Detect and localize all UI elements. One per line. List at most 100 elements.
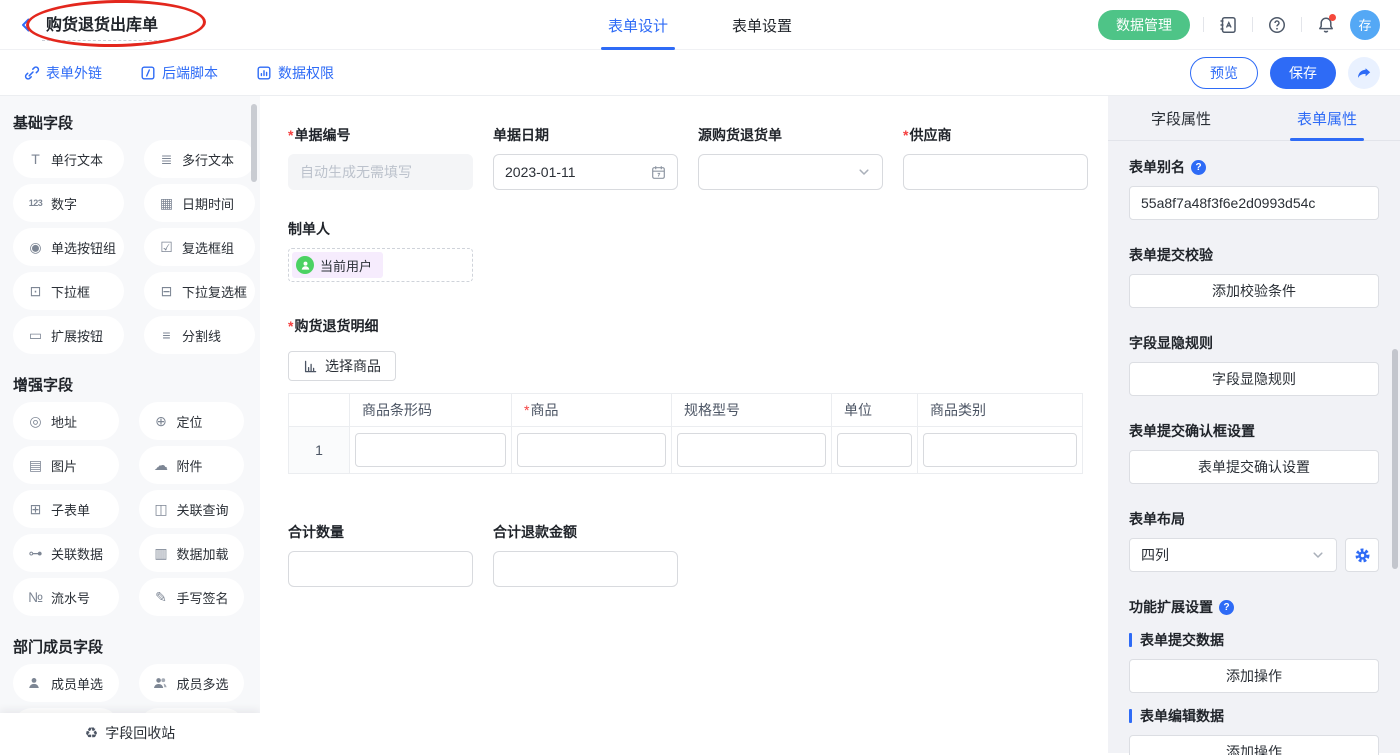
field-address[interactable]: ◎地址 xyxy=(13,402,119,440)
confirm-box-button[interactable]: 表单提交确认设置 xyxy=(1129,450,1379,484)
field-attachment[interactable]: ☁附件 xyxy=(139,446,245,484)
lookup-icon: ◫ xyxy=(153,502,170,516)
field-doc-no[interactable]: *单据编号 xyxy=(288,125,473,190)
form-title-wrap: 购货退货出库单 xyxy=(42,9,162,41)
help-icon[interactable] xyxy=(1266,14,1288,36)
field-extend-button[interactable]: ▭扩展按钮 xyxy=(13,316,124,354)
add-validation-button[interactable]: 添加校验条件 xyxy=(1129,274,1379,308)
data-manage-button[interactable]: 数据管理 xyxy=(1098,10,1190,40)
form-alias-input[interactable] xyxy=(1129,186,1379,220)
address-book-icon[interactable] xyxy=(1217,14,1239,36)
help-icon[interactable]: ? xyxy=(1191,160,1206,175)
field-divider[interactable]: ≡分割线 xyxy=(144,316,255,354)
form-external-link[interactable]: 表单外链 xyxy=(24,63,102,83)
submit-data-label: 表单提交数据 xyxy=(1140,630,1224,650)
field-checkbox-group[interactable]: ☑复选框组 xyxy=(144,228,255,266)
properties-tabs: 字段属性 表单属性 xyxy=(1108,96,1400,141)
field-datetime[interactable]: ▦日期时间 xyxy=(144,184,255,222)
extension-section: 功能扩展设置 ? 表单提交数据 添加操作 表单编辑数据 添加操作 xyxy=(1129,597,1379,755)
field-subform[interactable]: ⊞子表单 xyxy=(13,490,119,528)
field-multi-select[interactable]: ⊟下拉复选框 xyxy=(144,272,255,310)
detail-table-row: 1 xyxy=(289,427,1082,473)
field-linked-data[interactable]: ⊶关联数据 xyxy=(13,534,119,572)
layout-settings-button[interactable] xyxy=(1345,538,1379,572)
select-product-button[interactable]: 选择商品 xyxy=(288,351,396,381)
form-alias-native-input[interactable] xyxy=(1141,195,1367,211)
barcode-cell-input[interactable] xyxy=(355,433,506,467)
field-recycle-bin[interactable]: ♻ 字段回收站 xyxy=(0,713,260,753)
edit-data-label: 表单编辑数据 xyxy=(1140,706,1224,726)
pen-icon: ✎ xyxy=(153,590,170,604)
product-cell-input[interactable] xyxy=(517,433,666,467)
field-detail-subform[interactable]: *购货退货明细 选择商品 商品条形码 *商品 规格型号 单位 商品类别 xyxy=(288,316,1108,474)
field-total-qty[interactable]: 合计数量 xyxy=(288,522,473,587)
col-barcode: 商品条形码 xyxy=(350,394,512,427)
field-number[interactable]: 123数字 xyxy=(13,184,124,222)
tab-field-properties[interactable]: 字段属性 xyxy=(1108,96,1254,140)
field-image[interactable]: ▤图片 xyxy=(13,446,119,484)
field-lookup-query[interactable]: ◫关联查询 xyxy=(139,490,245,528)
tab-form-settings[interactable]: 表单设置 xyxy=(732,0,792,50)
field-doc-date[interactable]: 单据日期 2023-01-11 xyxy=(493,125,678,190)
sidebar-scrollbar[interactable] xyxy=(251,104,257,182)
divider xyxy=(1203,17,1204,32)
total-qty-input[interactable] xyxy=(288,551,473,587)
notification-bell-icon[interactable] xyxy=(1315,14,1337,36)
doc-no-input[interactable] xyxy=(288,154,473,190)
creator-field[interactable]: 当前用户 xyxy=(288,248,473,282)
user-avatar[interactable]: 存 xyxy=(1350,10,1380,40)
field-supplier[interactable]: *供应商 xyxy=(903,125,1088,190)
spec-cell-input[interactable] xyxy=(677,433,826,467)
supplier-input[interactable] xyxy=(903,154,1088,190)
row-index-cell: 1 xyxy=(289,427,350,473)
field-serial-number[interactable]: №流水号 xyxy=(13,578,119,616)
field-multi-line-text[interactable]: ≣多行文本 xyxy=(144,140,255,178)
submit-data-add-button[interactable]: 添加操作 xyxy=(1129,659,1379,693)
multi-select-icon: ⊟ xyxy=(158,284,175,298)
current-user-tag[interactable]: 当前用户 xyxy=(292,252,383,278)
total-qty-native-input[interactable] xyxy=(300,561,461,577)
notification-dot xyxy=(1329,14,1336,21)
field-radio-group[interactable]: ◉单选按钮组 xyxy=(13,228,124,266)
field-total-refund[interactable]: 合计退款金额 xyxy=(493,522,678,587)
field-geolocation[interactable]: ⊕定位 xyxy=(139,402,245,440)
panel-scrollbar[interactable] xyxy=(1392,349,1398,569)
number-icon: 123 xyxy=(27,199,44,208)
field-visibility-button[interactable]: 字段显隐规则 xyxy=(1129,362,1379,396)
field-member-multi[interactable]: 成员多选 xyxy=(139,664,245,702)
detail-table-header: 商品条形码 *商品 规格型号 单位 商品类别 xyxy=(289,394,1082,427)
share-button[interactable] xyxy=(1348,57,1380,89)
page-title[interactable]: 购货退货出库单 xyxy=(42,9,162,41)
total-refund-input[interactable] xyxy=(493,551,678,587)
data-permission-link[interactable]: 数据权限 xyxy=(256,63,334,83)
source-order-select[interactable] xyxy=(698,154,883,190)
help-icon[interactable]: ? xyxy=(1219,600,1234,615)
field-data-load[interactable]: ▥数据加载 xyxy=(139,534,245,572)
preview-button[interactable]: 预览 xyxy=(1190,57,1258,89)
permission-icon xyxy=(256,65,272,81)
edit-data-add-button[interactable]: 添加操作 xyxy=(1129,735,1379,755)
doc-no-native-input[interactable] xyxy=(300,164,461,180)
link-icon xyxy=(24,65,40,81)
col-category: 商品类别 xyxy=(918,394,1082,427)
field-visibility-section: 字段显隐规则 字段显隐规则 xyxy=(1129,333,1379,396)
backend-script-link[interactable]: 后端脚本 xyxy=(140,63,218,83)
category-cell-input[interactable] xyxy=(923,433,1077,467)
tab-form-properties[interactable]: 表单属性 xyxy=(1254,96,1400,140)
doc-date-input[interactable]: 2023-01-11 xyxy=(493,154,678,190)
tab-form-design[interactable]: 表单设计 xyxy=(608,0,668,50)
field-palette-sidebar: 基础字段 T单行文本 ≣多行文本 123数字 ▦日期时间 ◉单选按钮组 ☑复选框… xyxy=(0,96,260,753)
field-signature[interactable]: ✎手写签名 xyxy=(139,578,245,616)
field-creator[interactable]: 制单人 当前用户 xyxy=(288,219,1108,282)
field-single-line-text[interactable]: T单行文本 xyxy=(13,140,124,178)
supplier-native-input[interactable] xyxy=(915,164,1076,180)
field-member-single[interactable]: 成员单选 xyxy=(13,664,119,702)
form-layout-select[interactable]: 四列 xyxy=(1129,538,1337,572)
cloud-upload-icon: ☁ xyxy=(153,458,170,472)
total-refund-native-input[interactable] xyxy=(505,561,666,577)
field-source-order[interactable]: 源购货退货单 xyxy=(698,125,883,190)
save-button[interactable]: 保存 xyxy=(1270,57,1336,89)
unit-cell-input[interactable] xyxy=(837,433,912,467)
back-button[interactable] xyxy=(14,13,38,37)
field-select[interactable]: ⊡下拉框 xyxy=(13,272,124,310)
